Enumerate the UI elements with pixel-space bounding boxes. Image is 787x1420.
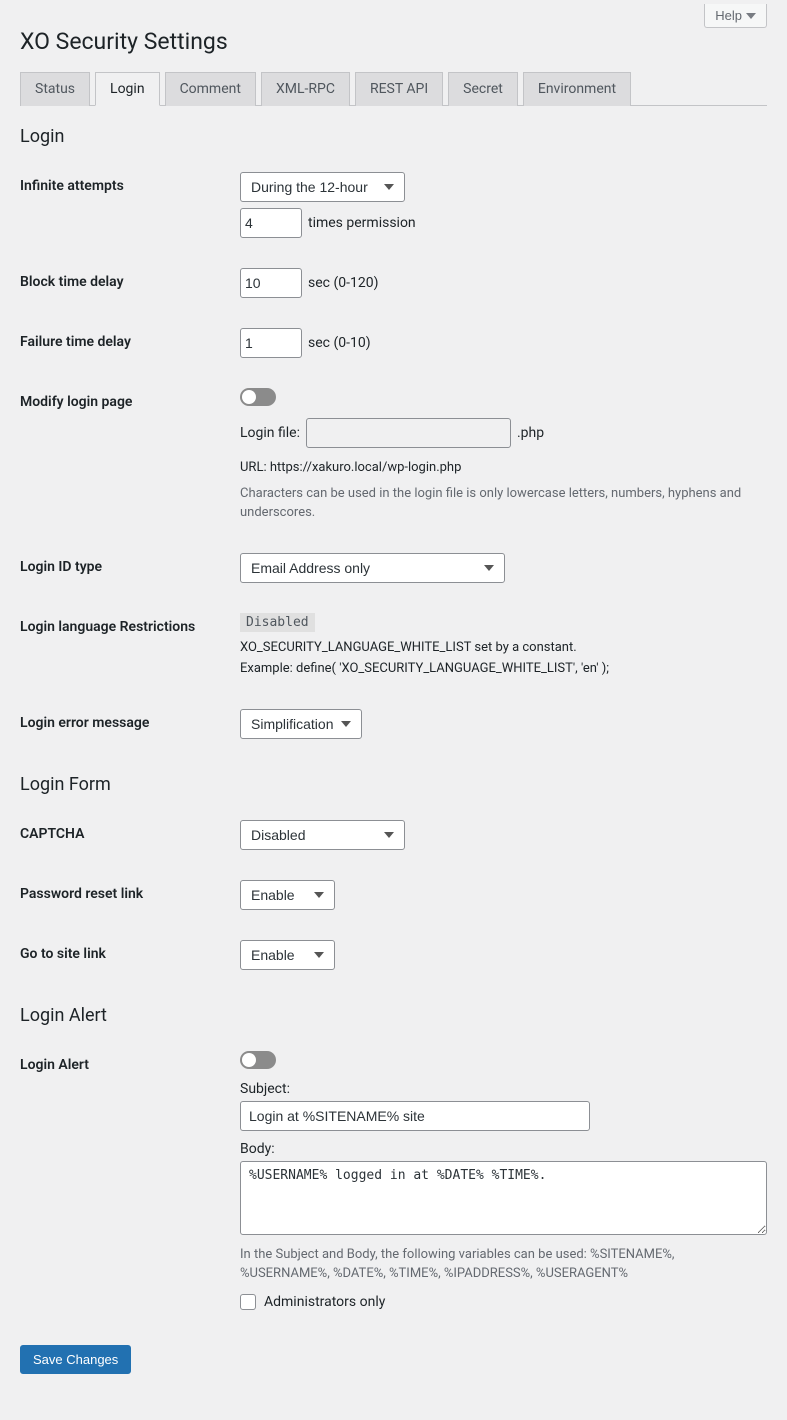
tab-login[interactable]: Login: [95, 72, 160, 106]
infinite-attempts-period-select[interactable]: During the 12-hour: [240, 172, 405, 202]
subject-input[interactable]: [240, 1101, 590, 1131]
infinite-attempts-label: Infinite attempts: [20, 172, 240, 194]
captcha-label: CAPTCHA: [20, 820, 240, 842]
login-error-msg-select[interactable]: Simplification: [240, 709, 362, 739]
admins-only-checkbox[interactable]: [240, 1294, 256, 1310]
chevron-down-icon: [746, 11, 756, 21]
login-file-input[interactable]: [306, 418, 511, 448]
section-login-alert-heading: Login Alert: [20, 1005, 767, 1026]
tab-status[interactable]: Status: [20, 72, 90, 106]
login-file-label: Login file:: [240, 425, 300, 441]
tab-environment[interactable]: Environment: [523, 72, 631, 106]
login-alert-toggle[interactable]: [240, 1051, 276, 1069]
help-label: Help: [715, 8, 742, 23]
body-textarea[interactable]: [240, 1161, 767, 1235]
modify-login-page-toggle[interactable]: [240, 388, 276, 406]
body-label: Body:: [240, 1141, 767, 1157]
help-button[interactable]: Help: [704, 4, 767, 28]
block-time-delay-input[interactable]: [240, 268, 302, 298]
login-alert-label: Login Alert: [20, 1051, 240, 1073]
login-alert-help: In the Subject and Body, the following v…: [240, 1245, 767, 1284]
infinite-attempts-suffix: times permission: [308, 215, 416, 231]
modify-login-page-label: Modify login page: [20, 388, 240, 410]
section-login-form-heading: Login Form: [20, 774, 767, 795]
goto-site-select[interactable]: Enable: [240, 940, 335, 970]
login-id-type-label: Login ID type: [20, 553, 240, 575]
block-time-delay-label: Block time delay: [20, 268, 240, 290]
save-changes-button[interactable]: Save Changes: [20, 1345, 131, 1374]
captcha-select[interactable]: Disabled: [240, 820, 405, 850]
failure-time-delay-label: Failure time delay: [20, 328, 240, 350]
login-id-type-select[interactable]: Email Address only: [240, 553, 505, 583]
login-error-msg-label: Login error message: [20, 709, 240, 731]
goto-site-label: Go to site link: [20, 940, 240, 962]
section-login-heading: Login: [20, 126, 767, 147]
tab-comment[interactable]: Comment: [165, 72, 256, 106]
admins-only-label: Administrators only: [264, 1294, 385, 1310]
password-reset-label: Password reset link: [20, 880, 240, 902]
tab-rest-api[interactable]: REST API: [355, 72, 443, 106]
login-file-help: Characters can be used in the login file…: [240, 484, 767, 523]
password-reset-select[interactable]: Enable: [240, 880, 335, 910]
login-lang-line2: Example: define( 'XO_SECURITY_LANGUAGE_W…: [240, 659, 767, 679]
page-title: XO Security Settings: [20, 28, 767, 55]
login-lang-line1: XO_SECURITY_LANGUAGE_WHITE_LIST set by a…: [240, 638, 767, 658]
login-url-text: URL: https://xakuro.local/wp-login.php: [240, 458, 767, 478]
tabs: Status Login Comment XML-RPC REST API Se…: [20, 71, 767, 106]
login-file-suffix: .php: [517, 425, 544, 441]
login-lang-label: Login language Restrictions: [20, 613, 240, 635]
failure-time-delay-input[interactable]: [240, 328, 302, 358]
tab-secret[interactable]: Secret: [448, 72, 518, 106]
failure-time-delay-suffix: sec (0-10): [308, 335, 371, 351]
subject-label: Subject:: [240, 1081, 767, 1097]
infinite-attempts-count-input[interactable]: [240, 208, 302, 238]
tab-xml-rpc[interactable]: XML-RPC: [261, 72, 350, 106]
login-lang-badge: Disabled: [240, 613, 315, 632]
block-time-delay-suffix: sec (0-120): [308, 275, 378, 291]
